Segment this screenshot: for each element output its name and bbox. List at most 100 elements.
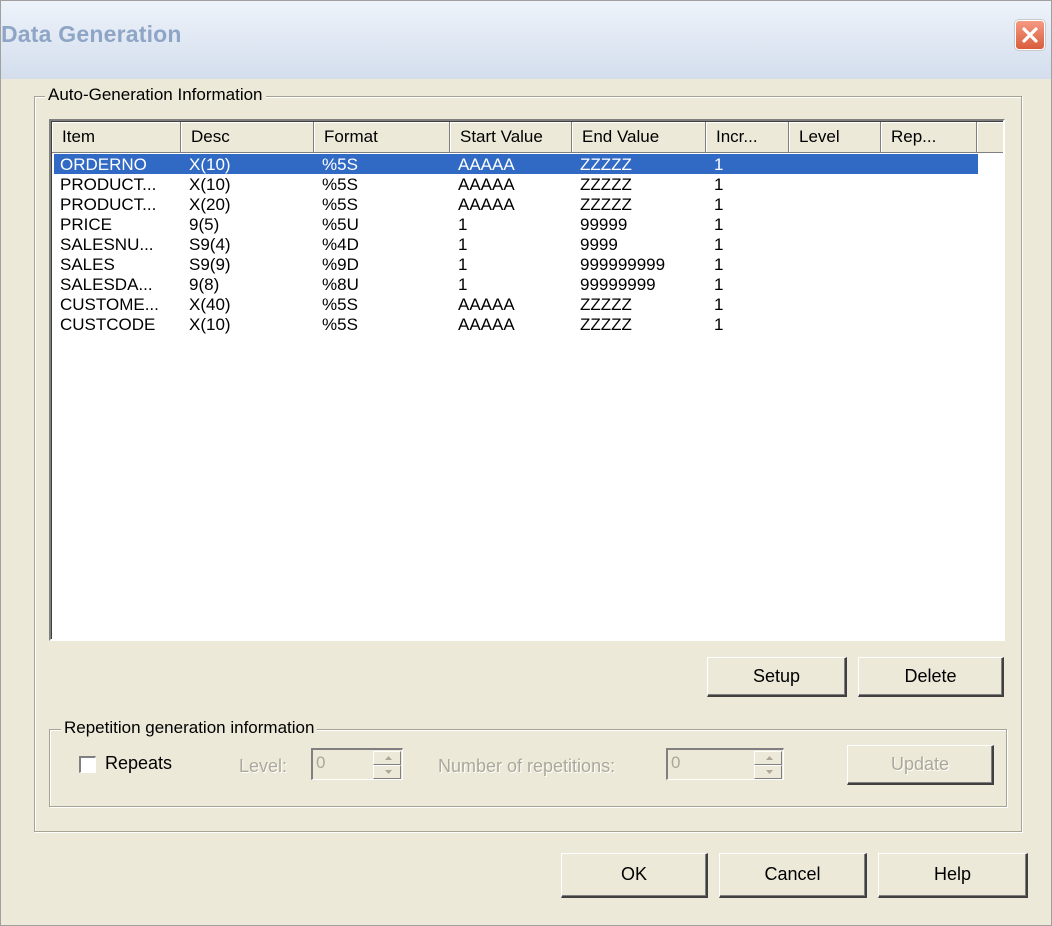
cell-item: ORDERNO <box>60 155 147 174</box>
cell-item: SALES <box>60 255 115 274</box>
level-spin-down-button <box>373 765 401 779</box>
cell-item: PRODUCT... <box>60 175 157 194</box>
cell-desc: S9(9) <box>189 255 231 274</box>
cell-start-value: AAAAA <box>458 155 515 174</box>
cell-format: %5U <box>322 215 359 234</box>
repetitions-spin-up-button <box>754 751 782 765</box>
arrow-up-icon <box>766 756 773 760</box>
cell-start-value: AAAAA <box>458 295 515 314</box>
column-label: Level <box>799 127 840 146</box>
cell-item: PRICE <box>60 215 112 234</box>
level-spinner: 0 <box>311 748 403 780</box>
arrow-up-icon <box>385 756 392 760</box>
repetitions-spinner: 0 <box>666 748 784 780</box>
cell-increment: 1 <box>714 255 724 274</box>
close-button[interactable] <box>1015 20 1045 50</box>
table-row[interactable]: CUSTCODE X(10) %5S AAAAA ZZZZZ 1 <box>54 314 978 334</box>
table-row[interactable]: CUSTOME... X(40) %5S AAAAA ZZZZZ 1 <box>54 294 978 314</box>
column-label: End Value <box>582 127 660 146</box>
close-icon <box>1022 27 1038 43</box>
cell-desc: X(40) <box>189 295 231 314</box>
column-header-filler <box>977 122 1003 153</box>
cell-end-value: ZZZZZ <box>580 155 632 174</box>
update-button: Update <box>847 745 994 785</box>
cell-increment: 1 <box>714 195 724 214</box>
cell-item: CUSTCODE <box>60 315 156 334</box>
arrow-down-icon <box>766 770 773 774</box>
cell-item: CUSTOME... <box>60 295 159 314</box>
cell-desc: 9(5) <box>189 215 220 234</box>
table-row[interactable]: ORDERNO X(10) %5S AAAAA ZZZZZ 1 <box>54 154 978 174</box>
window-title: Data Generation <box>1 21 182 47</box>
column-header-start-value[interactable]: Start Value <box>450 122 572 153</box>
auto-generation-label: Auto-Generation Information <box>45 85 266 105</box>
level-spin-up-button <box>373 751 401 765</box>
title-bar[interactable]: Data Generation <box>1 1 1051 79</box>
column-label: Start Value <box>460 127 543 146</box>
cell-desc: X(10) <box>189 315 231 334</box>
repetition-label: Repetition generation information <box>61 718 318 738</box>
cell-increment: 1 <box>714 175 724 194</box>
table-row[interactable]: PRODUCT... X(10) %5S AAAAA ZZZZZ 1 <box>54 174 978 194</box>
cell-end-value: ZZZZZ <box>580 295 632 314</box>
cell-item: PRODUCT... <box>60 195 157 214</box>
column-label: Item <box>62 127 96 146</box>
table-row[interactable]: SALES S9(9) %9D 1 999999999 1 <box>54 254 978 274</box>
cell-format: %4D <box>322 235 359 254</box>
arrow-down-icon <box>385 770 392 774</box>
cell-increment: 1 <box>714 155 724 174</box>
cell-end-value: ZZZZZ <box>580 175 632 194</box>
cell-end-value: ZZZZZ <box>580 315 632 334</box>
setup-button[interactable]: Setup <box>707 657 847 697</box>
cell-increment: 1 <box>714 235 724 254</box>
repeats-checkbox[interactable] <box>79 756 96 773</box>
cell-start-value: 1 <box>458 215 468 234</box>
repetitions-spin-down-button <box>754 765 782 779</box>
cell-item: SALESDA... <box>60 275 153 294</box>
repetitions-value: 0 <box>671 753 681 772</box>
help-button[interactable]: Help <box>878 853 1028 898</box>
cell-end-value: 99999 <box>580 215 628 234</box>
cell-desc: X(10) <box>189 175 231 194</box>
cell-increment: 1 <box>714 295 724 314</box>
cell-format: %9D <box>322 255 359 274</box>
repetitions-label: Number of repetitions: <box>438 756 616 776</box>
column-label: Incr... <box>716 127 758 146</box>
cell-desc: X(20) <box>189 195 231 214</box>
table-row[interactable]: PRICE 9(5) %5U 1 99999 1 <box>54 214 978 234</box>
cell-desc: 9(8) <box>189 275 220 294</box>
cell-increment: 1 <box>714 315 724 334</box>
cell-format: %5S <box>322 315 358 334</box>
delete-button[interactable]: Delete <box>858 657 1004 697</box>
list-header: Item Desc Format Start Value End Value I… <box>52 122 1003 154</box>
column-header-format[interactable]: Format <box>314 122 450 153</box>
cell-item: SALESNU... <box>60 235 154 254</box>
column-header-increment[interactable]: Incr... <box>706 122 789 153</box>
repeats-label[interactable]: Repeats <box>105 753 172 774</box>
cell-increment: 1 <box>714 215 724 234</box>
cell-end-value: ZZZZZ <box>580 195 632 214</box>
table-row[interactable]: SALESDA... 9(8) %8U 1 99999999 1 <box>54 274 978 294</box>
cell-start-value: AAAAA <box>458 315 515 334</box>
column-header-item[interactable]: Item <box>52 122 181 153</box>
column-header-desc[interactable]: Desc <box>181 122 314 153</box>
cell-start-value: AAAAA <box>458 175 515 194</box>
column-header-repeat[interactable]: Rep... <box>881 122 977 153</box>
cancel-button[interactable]: Cancel <box>719 853 867 898</box>
cell-desc: X(10) <box>189 155 231 174</box>
cell-increment: 1 <box>714 275 724 294</box>
column-header-end-value[interactable]: End Value <box>572 122 706 153</box>
cell-start-value: 1 <box>458 235 468 254</box>
table-row[interactable]: PRODUCT... X(20) %5S AAAAA ZZZZZ 1 <box>54 194 978 214</box>
cell-end-value: 9999 <box>580 235 618 254</box>
item-list[interactable]: Item Desc Format Start Value End Value I… <box>49 119 1005 641</box>
ok-button[interactable]: OK <box>561 853 708 898</box>
column-header-level[interactable]: Level <box>789 122 881 153</box>
level-label: Level: <box>239 756 288 776</box>
cell-end-value: 999999999 <box>580 255 666 274</box>
table-row[interactable]: SALESNU... S9(4) %4D 1 9999 1 <box>54 234 978 254</box>
cell-desc: S9(4) <box>189 235 231 254</box>
column-label: Desc <box>191 127 230 146</box>
column-label: Format <box>324 127 378 146</box>
cell-format: %5S <box>322 155 358 174</box>
